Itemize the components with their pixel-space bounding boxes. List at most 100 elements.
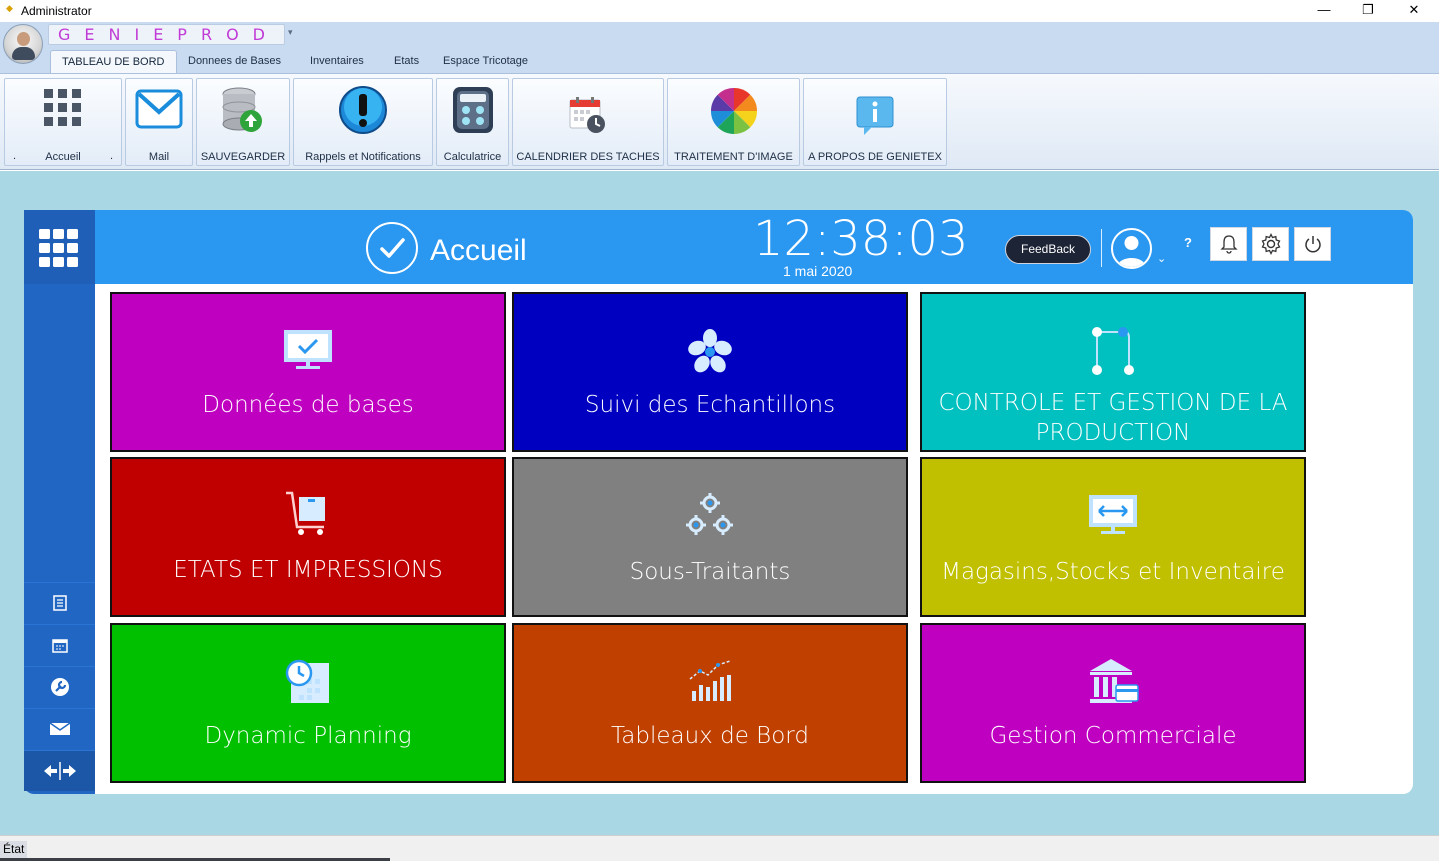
calendar-icon (51, 638, 68, 653)
monitor-check-icon (284, 330, 332, 369)
sidebar-settings-button[interactable] (24, 666, 95, 707)
tile-label: CONTROLE ET GESTION DE LA PRODUCTION (938, 390, 1288, 446)
user-icon (1117, 236, 1146, 267)
bank-icon (1090, 659, 1139, 703)
page-title: Accueil (430, 234, 527, 267)
avatar-head-icon (17, 32, 30, 46)
sidebar-document-button[interactable] (24, 582, 95, 623)
ribbon-button-rappels[interactable]: Rappels et Notifications (293, 78, 433, 166)
tile-magasins-stocks[interactable]: Magasins,Stocks et Inventaire (920, 457, 1306, 617)
tile-label: Magasins,Stocks et Inventaire (941, 559, 1285, 585)
tile-label: Gestion Commerciale (989, 723, 1237, 749)
window-title: Administrator (21, 4, 92, 18)
calendar-clock-icon (569, 97, 605, 133)
tile-suivi-echantillons[interactable]: Suivi des Echantillons (512, 292, 908, 452)
settings-button[interactable] (1252, 227, 1289, 261)
tab-espace-tricotage[interactable]: Espace Tricotage (443, 50, 528, 74)
window-titlebar: ◆ Administrator — ❐ ✕ (0, 0, 1439, 22)
ribbon-button-label: TRAITEMENT D'IMAGE (674, 151, 793, 163)
flower-icon (688, 329, 732, 373)
minimize-button[interactable]: — (1301, 0, 1347, 22)
info-bubble-icon (856, 96, 894, 135)
tile-label: Sous-Traitants (629, 559, 791, 585)
app-title: GENIEPROD (58, 25, 279, 44)
calculator-icon (452, 87, 493, 133)
app-icon: ◆ (6, 3, 13, 13)
gears-icon (686, 493, 733, 535)
avatar-body-icon (12, 47, 35, 60)
resize-arrows-icon (43, 762, 76, 780)
sidebar-mail-button[interactable] (24, 708, 95, 749)
ribbon-button-calculatrice[interactable]: Calculatrice (436, 78, 509, 166)
sidebar-calendar-button[interactable] (24, 624, 95, 665)
tile-label: Données de bases (202, 392, 414, 418)
power-icon (1304, 236, 1321, 253)
status-bar: État (0, 835, 1439, 861)
ribbon-button-sauvegarder[interactable]: SAUVEGARDER (196, 78, 290, 166)
tab-donnees-de-bases[interactable]: Donnees de Bases (188, 50, 281, 74)
monitor-arrows-icon (1089, 495, 1137, 534)
tab-etats[interactable]: Etats (394, 50, 419, 74)
document-icon (52, 595, 67, 611)
ribbon-button-label: Rappels et Notifications (305, 151, 421, 163)
quick-access-dropdown-icon[interactable]: ▾ (288, 27, 293, 38)
tile-label: Suivi des Echantillons (584, 392, 836, 418)
app-menu-avatar[interactable] (3, 24, 43, 64)
cart-icon (286, 491, 325, 535)
tab-tableau-de-bord[interactable]: TABLEAU DE BORD (50, 50, 177, 74)
apps-grid-icon (39, 229, 78, 267)
ribbon-button-traitement-image[interactable]: TRAITEMENT D'IMAGE (667, 78, 800, 166)
ribbon-button-label: CALENDRIER DES TACHES (516, 151, 660, 163)
close-button[interactable]: ✕ (1391, 0, 1437, 22)
notifications-button[interactable] (1210, 227, 1247, 261)
ribbon-button-a-propos[interactable]: A PROPOS DE GENIETEX (803, 78, 947, 166)
color-wheel-icon (710, 87, 757, 135)
database-save-icon (222, 87, 262, 132)
ribbon-button-label: Mail (148, 151, 170, 163)
restore-button[interactable]: ❐ (1345, 0, 1391, 22)
ribbon-button-label: A PROPOS DE GENIETEX (808, 151, 942, 163)
user-avatar-button[interactable] (1111, 228, 1152, 269)
sidebar-apps-button[interactable] (24, 210, 95, 284)
ribbon-button-calendrier[interactable]: CALENDRIER DES TACHES (512, 78, 664, 166)
tab-inventaires[interactable]: Inventaires (310, 50, 364, 74)
wrench-icon (50, 678, 69, 696)
envelope-icon (49, 722, 70, 735)
bar-chart-icon (689, 660, 731, 701)
power-button[interactable] (1294, 227, 1331, 261)
tile-label: ETATS ET IMPRESSIONS (173, 557, 443, 583)
bell-icon (1219, 235, 1238, 254)
flow-nodes-icon (1092, 327, 1134, 375)
tile-etats-impressions[interactable]: ETATS ET IMPRESSIONS (110, 457, 506, 617)
tile-label: Tableaux de Bord (611, 723, 809, 749)
alert-icon (339, 86, 387, 134)
ribbon-body: . Accueil . Mail SAUVEGARDER Rappels et … (0, 73, 1439, 170)
tile-label: Dynamic Planning (204, 723, 412, 749)
status-label: État (0, 841, 28, 858)
grid-icon (44, 89, 81, 126)
header-divider (1101, 229, 1102, 267)
ribbon-button-label: SAUVEGARDER (200, 151, 286, 163)
ribbon-button-label: Calculatrice (443, 151, 502, 163)
mail-icon (135, 89, 183, 129)
tile-sous-traitants[interactable]: Sous-Traitants (512, 457, 908, 617)
tile-gestion-commerciale[interactable]: Gestion Commerciale (920, 623, 1306, 783)
check-circle-icon (366, 222, 418, 274)
clock-calendar-icon (285, 659, 329, 703)
tile-tableaux-de-bord[interactable]: Tableaux de Bord (512, 623, 908, 783)
tile-dynamic-planning[interactable]: Dynamic Planning (110, 623, 506, 783)
ribbon-button-label: Accueil (45, 151, 81, 163)
accueil-right-dot: . (109, 150, 113, 162)
sidebar-collapse-button[interactable] (24, 750, 95, 791)
feedback-button[interactable]: FeedBack (1005, 235, 1091, 264)
ribbon-button-mail[interactable]: Mail (125, 78, 193, 166)
date-label: 1 mai 2020 (783, 263, 853, 279)
ribbon-button-accueil[interactable]: . Accueil . (4, 78, 122, 166)
tile-donnees-de-bases[interactable]: Données de bases (110, 292, 506, 452)
help-button[interactable]: ? (1184, 235, 1192, 250)
tile-controle-production[interactable]: CONTROLE ET GESTION DE LA PRODUCTION (920, 292, 1306, 452)
user-menu-caret-icon[interactable]: ⌄ (1157, 252, 1166, 265)
sidebar (24, 210, 95, 794)
gear-icon (1261, 233, 1280, 255)
clock: 12:38:03 (753, 211, 969, 267)
